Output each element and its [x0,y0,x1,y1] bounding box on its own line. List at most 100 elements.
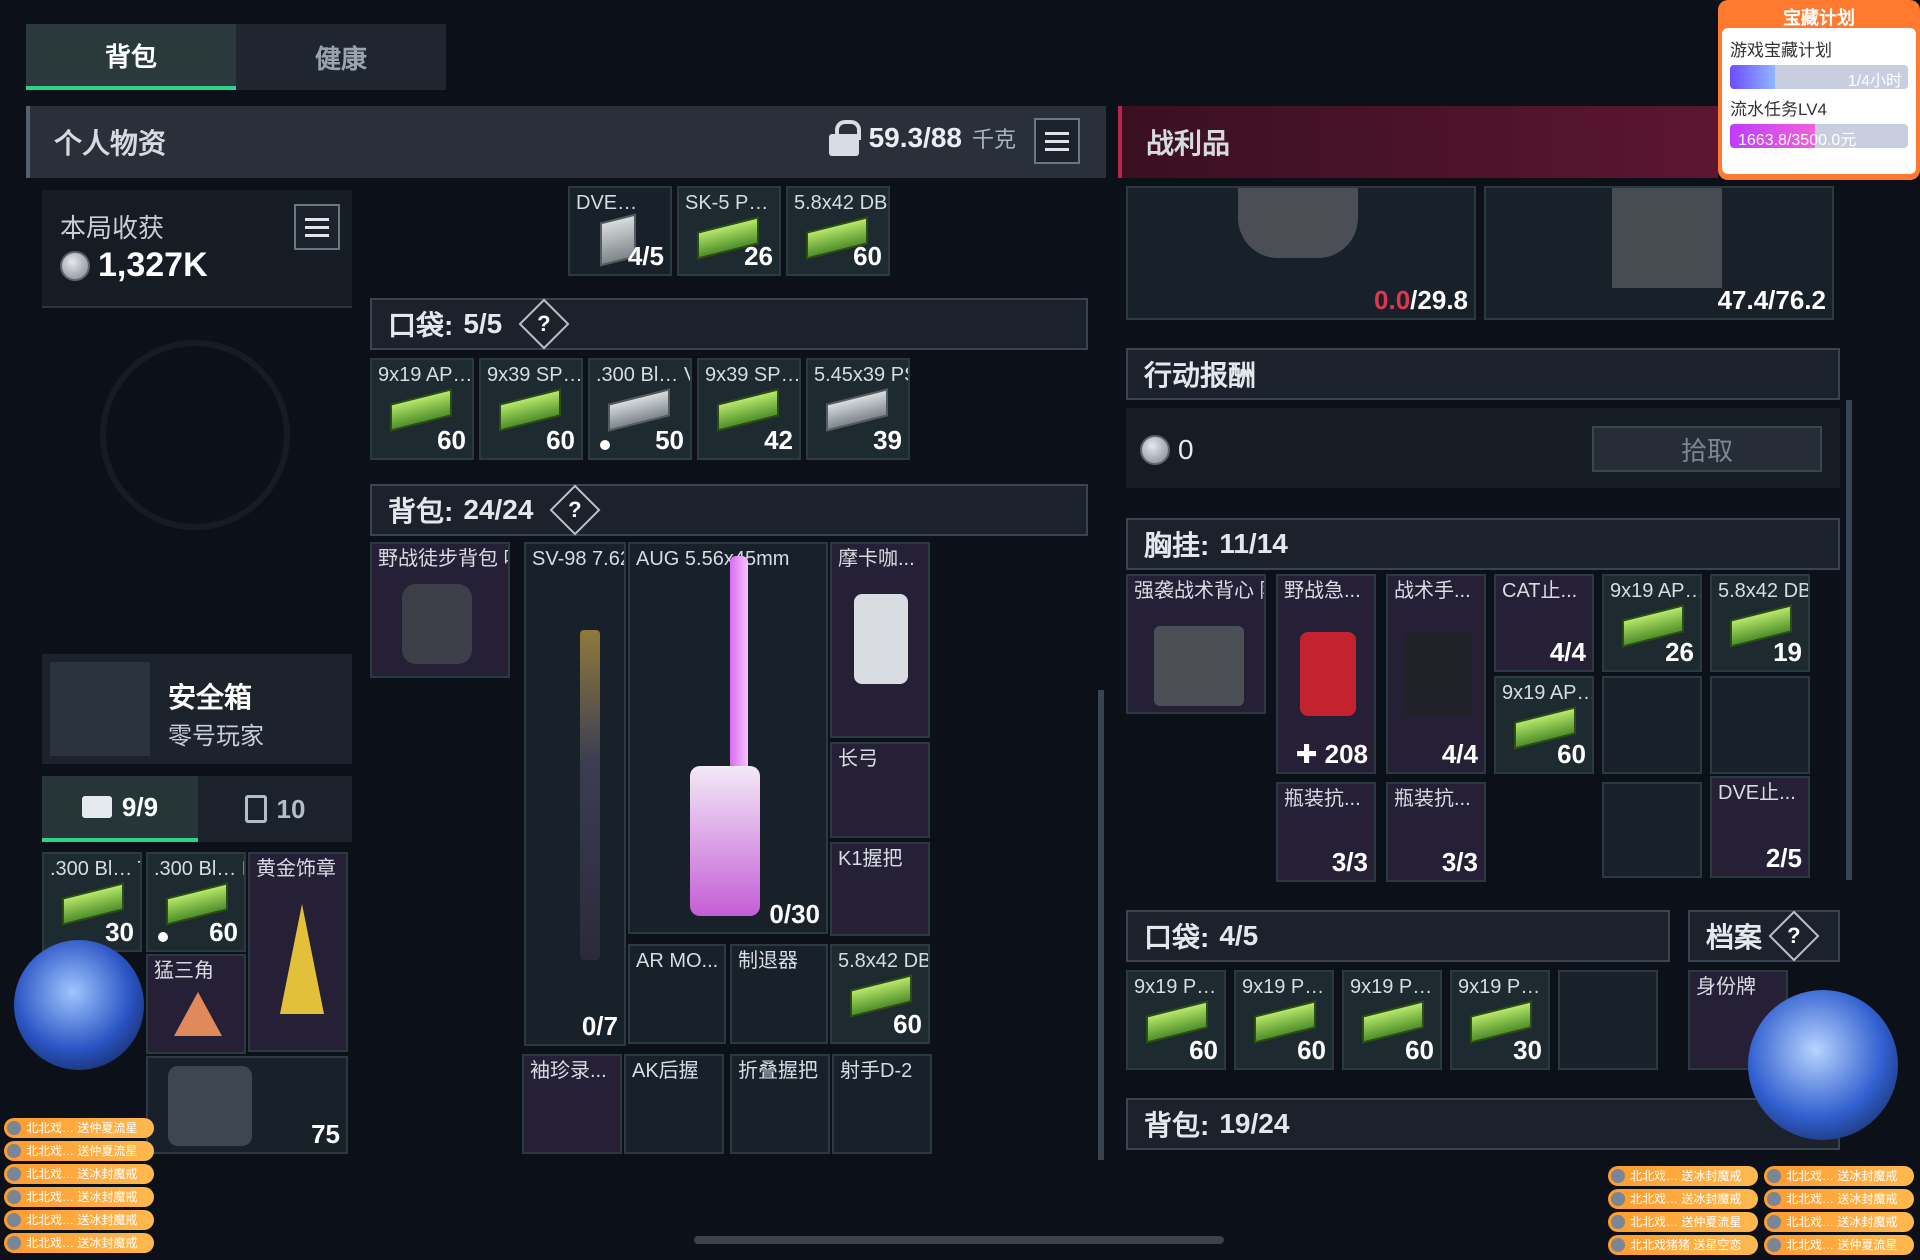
chest-item-dve[interactable]: DVE止... 2/5 [1710,776,1810,878]
main-tabs: 背包 健康 [26,24,446,90]
overlay-progress-2: 1663.8/3500.0元 [1730,124,1908,148]
chest-item-tactical[interactable]: 战术手... 4/4 [1386,574,1486,774]
archive-label: 档案 [1706,922,1763,953]
chest-item-firstaid[interactable]: 野战急... ✚ 208 [1276,574,1376,774]
tab-backpack[interactable]: 背包 [26,24,236,90]
safebox-title: 安全箱 [168,682,253,713]
gift-notice: 北北戏… 送仲夏流星 [1764,1235,1914,1255]
left-scrollbar[interactable] [1098,690,1104,1160]
weapon-sv98[interactable]: SV-98 7.62x5... 0/7 [524,542,626,1046]
loot-header: 战利品 [1118,106,1718,178]
loot-backpack-bar: 背包: 19/24 [1126,1098,1840,1150]
loot-pocket-item[interactable]: 9x19 P… 60 [1342,970,1442,1070]
pocket-item[interactable]: 9x19 AP… 60 [370,358,474,460]
chest-item-bottle[interactable]: 瓶装抗... 3/3 [1386,782,1486,882]
pickup-button[interactable]: 拾取 [1592,426,1822,472]
sniper-rifle-icon [580,630,600,960]
archive-help-icon[interactable]: ? [1768,910,1820,962]
loot-pocket-label: 口袋: [1144,922,1210,953]
loot-pocket-item[interactable]: 9x19 P… 60 [1234,970,1334,1070]
gift-notice: 北北戏… 送冰封魔戒 [1608,1189,1758,1209]
overlay-line1: 游戏宝藏计划 [1730,41,1832,60]
chest-item-ammo[interactable]: 9x19 AP… 60 [1494,676,1594,774]
marker-dot [158,932,168,942]
item-sk5[interactable]: SK-5 P… 26 [677,186,781,276]
pocket-item[interactable]: .300 Bl… V-Max 50 [588,358,692,460]
gift-notice: 北北戏… 送冰封魔戒 [1764,1189,1914,1209]
subtab-tag[interactable]: 10 [198,776,352,842]
subtab-case[interactable]: 9/9 [42,776,198,842]
sort-menu-icon[interactable] [1034,118,1080,164]
item-shooter-d2[interactable]: 射手D-2 [832,1054,932,1154]
pocket-help-icon[interactable]: ? [518,298,570,350]
earnings-value: 1,327K [60,246,208,285]
chest-item-bottle[interactable]: 瓶装抗... 3/3 [1276,782,1376,882]
chest-label: 胸挂: [1144,530,1210,561]
triangle-icon [174,992,222,1036]
chest-slot-empty[interactable] [1602,782,1702,878]
case-item[interactable]: .300 Bl… TAC-TX 30 [42,852,142,952]
medkit-icon [1300,632,1356,716]
item-mocha[interactable]: 摩卡咖... [830,542,930,738]
coin-icon [1140,435,1170,465]
safebox-subtitle: 零号玩家 [168,723,264,750]
chest-slot-empty[interactable] [1710,676,1810,774]
gift-notice: 北北戏猪猪 送星空恋 [1608,1235,1758,1255]
right-scrollbar[interactable] [1846,400,1852,880]
case-item-gold-badge[interactable]: 黄金饰章 [248,852,348,1052]
chest-item-ammo[interactable]: 9x19 AP… 26 [1602,574,1702,672]
pocket-item[interactable]: 5.45x39 PS 39 [806,358,910,460]
chest-item-ammo[interactable]: 5.8x42 DBP88 19 [1710,574,1810,672]
loot-pocket-item[interactable]: 9x19 P… 60 [1126,970,1226,1070]
pocket-item[interactable]: 9x39 SP… 60 [479,358,583,460]
rewards-label: 行动报酬 [1144,360,1257,391]
gift-notice: 北北戏… 送冰封魔戒 [4,1210,154,1230]
item-k1-grip[interactable]: K1握把 [830,842,930,936]
chest-slot-empty[interactable] [1602,676,1702,774]
bag-icon [168,1066,252,1146]
item-pocket-recorder[interactable]: 袖珍录... [522,1054,622,1154]
loot-armor[interactable]: 47.4/76.2 [1484,186,1834,320]
pocket-item[interactable]: 9x39 SP… 42 [697,358,801,460]
case-item-bag[interactable]: 75 [146,1056,348,1154]
item-longbow[interactable]: 长弓 [830,742,930,838]
loot-pocket-empty[interactable] [1558,970,1658,1070]
backpack-help-icon[interactable]: ? [549,484,601,536]
chest-item-cat[interactable]: CAT止... 4/4 [1494,574,1594,672]
item-ak-grip[interactable]: AK后握 [624,1054,724,1154]
gift-notice: 北北戏… 送冰封魔戒 [1764,1166,1914,1186]
item-muzzle-brake[interactable]: 制退器 [730,944,828,1044]
loot-helmet[interactable]: 0.0/29.8 [1126,186,1476,320]
card-icon [244,795,267,823]
backpack-container-item[interactable]: 野战徒步背包 哈夫克 [370,542,510,678]
case-item[interactable]: .300 Bl… BCP FMJ 60 [146,852,246,952]
overlay-title: 宝藏计划 [1783,8,1855,28]
loot-pocket-item[interactable]: 9x19 P… 30 [1450,970,1550,1070]
earnings-menu-icon[interactable] [294,204,340,250]
item-ar-mod[interactable]: AR MO... [628,944,726,1044]
pocket-label: 口袋: [388,310,454,341]
loot-pocket-count: 4/5 [1219,920,1259,951]
backpack-bar: 背包: 24/24 ? [370,484,1088,536]
item-dve[interactable]: DVE… 4/5 [568,186,672,276]
chest-vest[interactable]: 强袭战术背心 阿萨拉 [1126,574,1266,714]
earnings-amount: 1,327K [98,246,208,284]
item-dbp88[interactable]: 5.8x42 DBP88 60 [786,186,890,276]
emblem-watermark [100,340,290,530]
gift-orb-right [1748,990,1898,1140]
home-indicator [694,1236,1224,1244]
item-folding-grip[interactable]: 折叠握把 [730,1054,830,1154]
tab-health[interactable]: 健康 [236,24,446,90]
earnings-label: 本局收获 [60,213,165,243]
safebox[interactable]: 安全箱 零号玩家 [42,654,352,764]
briefcase-icon [81,796,112,818]
tactical-kit-icon [1404,632,1472,716]
armor-icon [1612,188,1722,288]
loot-title: 战利品 [1146,128,1231,159]
weight-lock-icon [828,120,861,156]
gift-orb-left [14,940,144,1070]
case-item-triangle[interactable]: 猛三角 [146,954,246,1054]
helmet-icon [1238,188,1358,258]
item-dbp88-ammo[interactable]: 5.8x42 DBP88 60 [830,944,930,1044]
safebox-icon [50,662,150,756]
